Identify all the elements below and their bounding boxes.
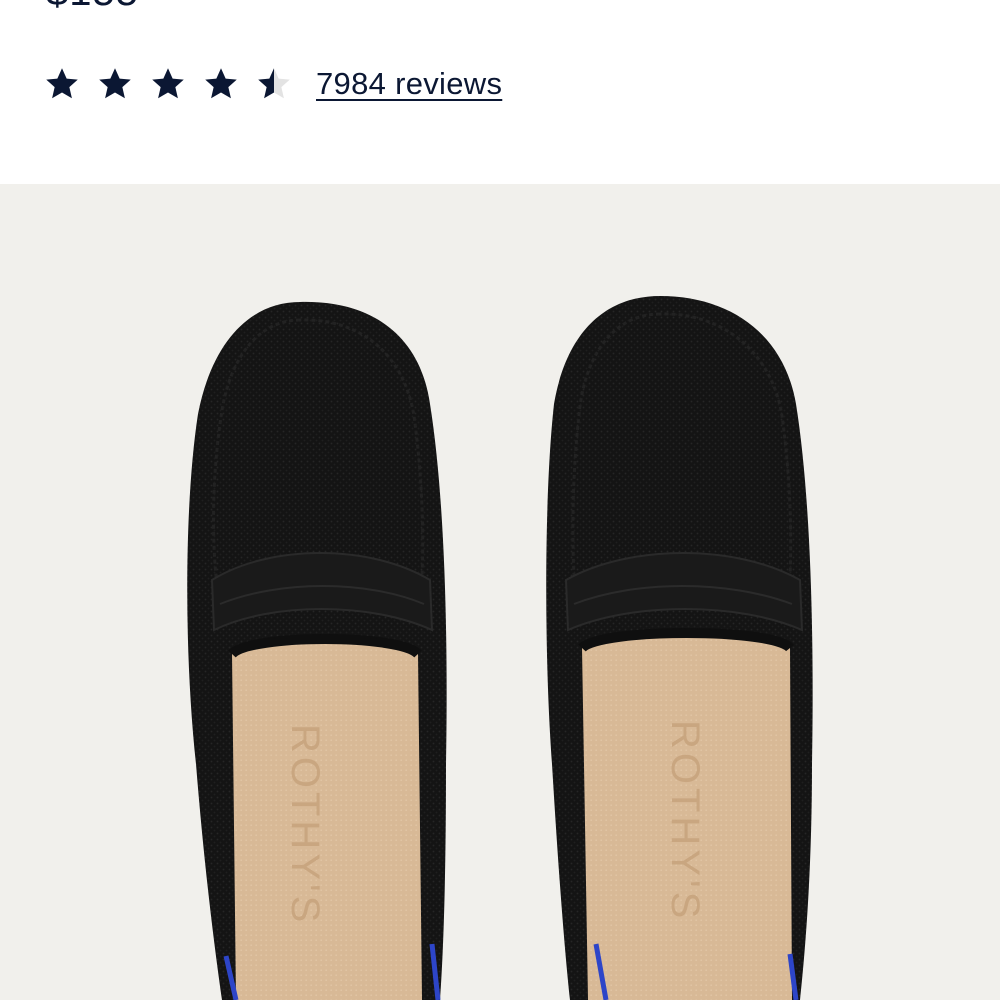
loafer-pair-image: ROTHY'S ROTHY'S (187, 296, 813, 1000)
star-full-icon (99, 68, 131, 99)
product-price: $155 (46, 0, 139, 15)
insole-brand-text: ROTHY'S (663, 720, 707, 922)
star-rating (44, 66, 292, 102)
star-full-icon (152, 68, 184, 99)
reviews-link[interactable]: 7984 reviews (316, 66, 502, 102)
right-loafer: ROTHY'S (546, 296, 813, 1000)
rating-summary: 7984 reviews (44, 58, 502, 110)
insole-brand-text: ROTHY'S (283, 724, 327, 926)
star-full-icon (205, 68, 237, 99)
left-loafer: ROTHY'S (187, 301, 447, 1000)
star-half-icon (258, 68, 290, 99)
star-full-icon (46, 68, 78, 99)
product-image: ROTHY'S ROTHY'S (0, 184, 1000, 1000)
